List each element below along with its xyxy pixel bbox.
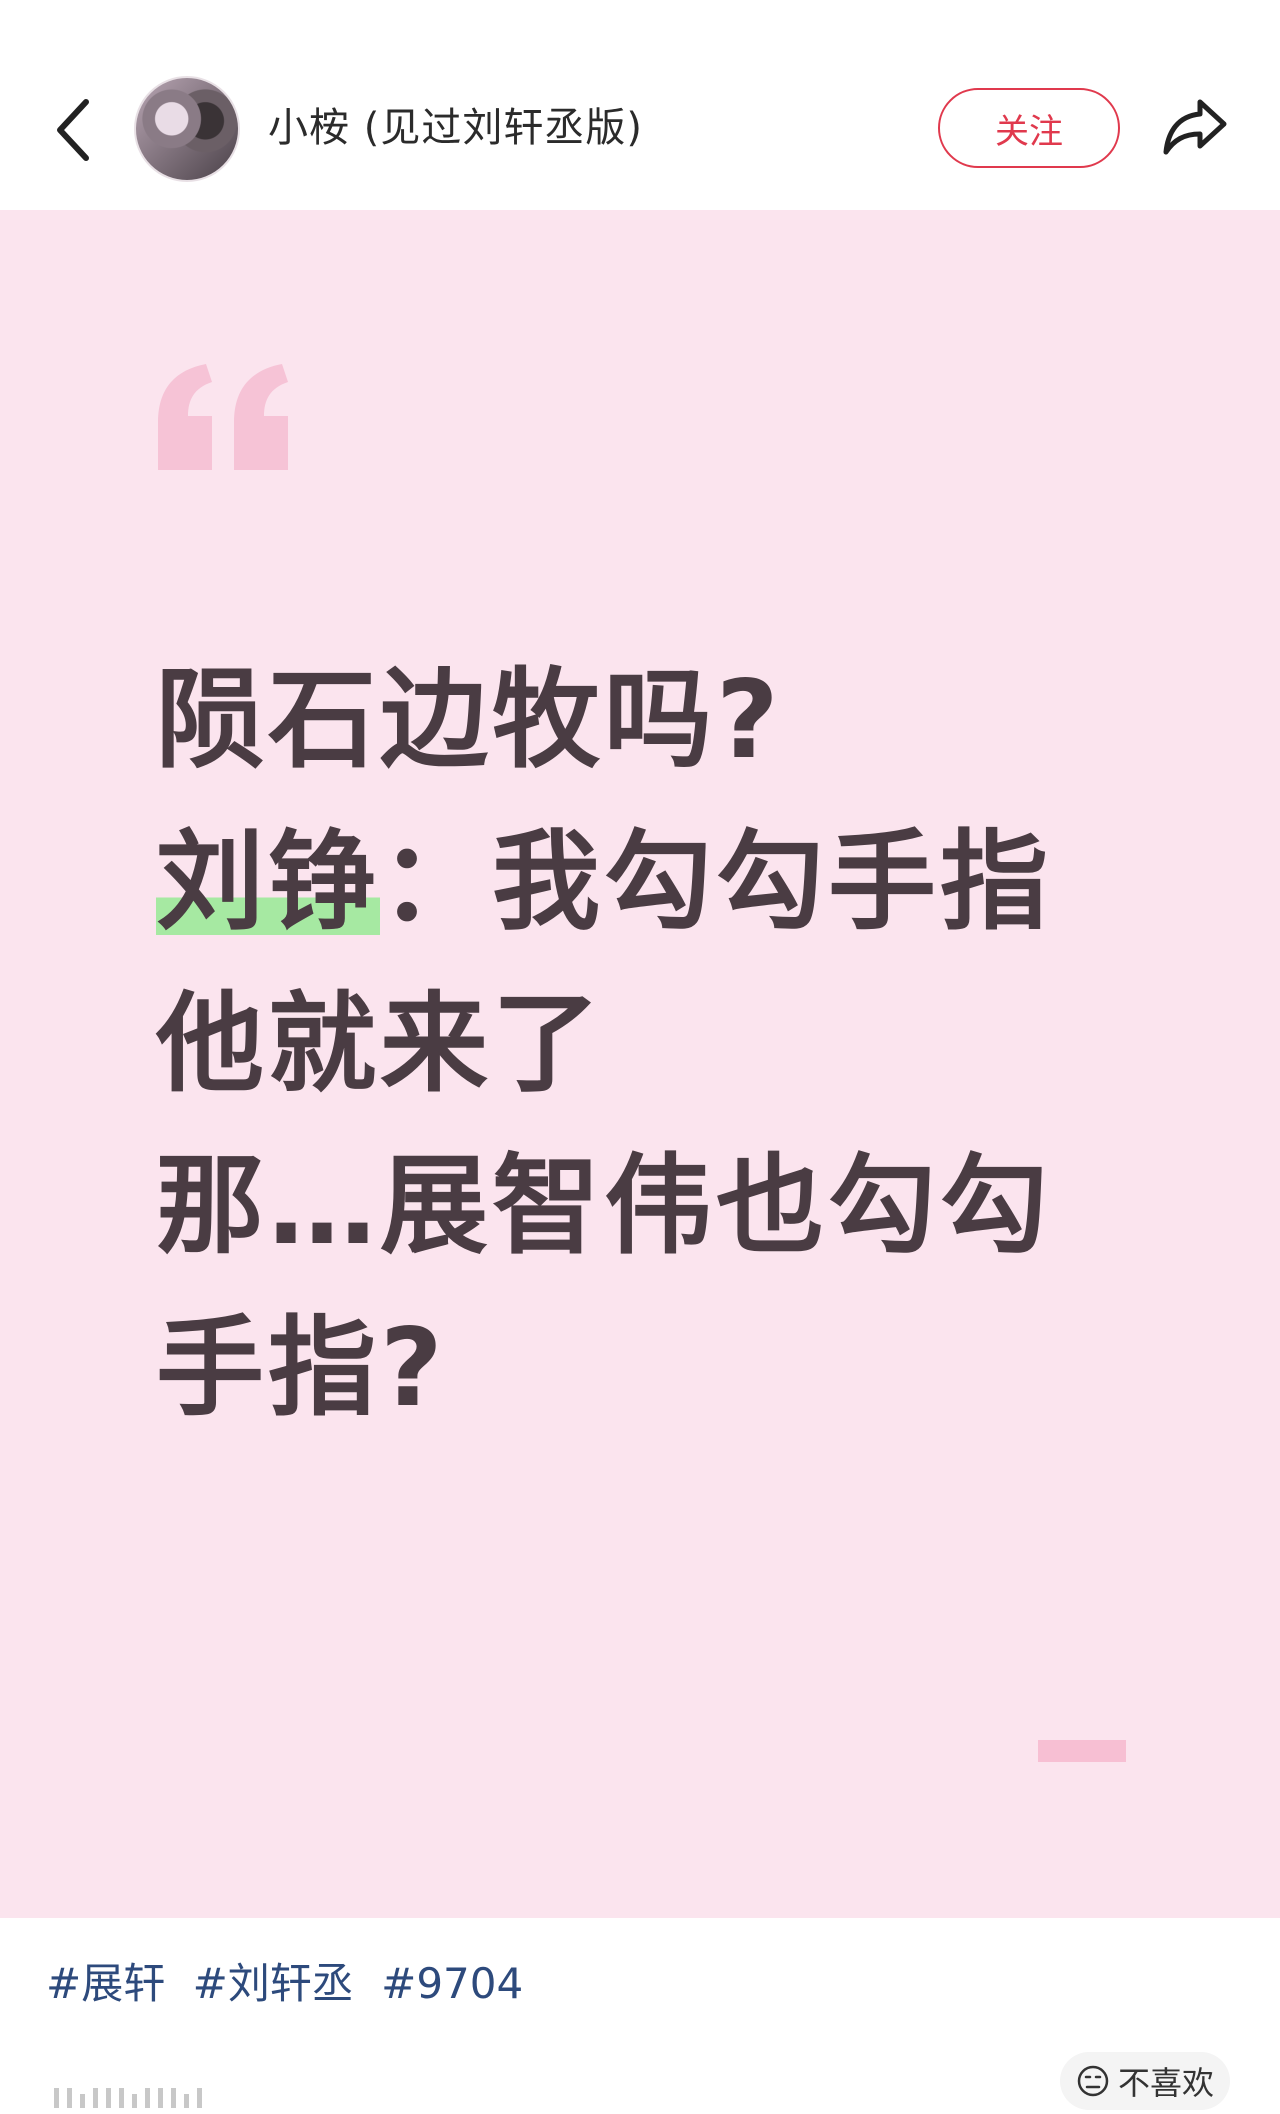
hashtag[interactable]: #刘轩丞 [193, 1959, 354, 2008]
avatar[interactable] [134, 76, 240, 182]
hashtag-list: #展轩 #刘轩丞 #9704 [46, 1956, 537, 2012]
hashtag[interactable]: #展轩 [46, 1959, 165, 2008]
hashtag[interactable]: #9704 [381, 1959, 523, 2008]
post-line-3: 他就来了 [156, 982, 605, 1107]
dislike-label: 不喜欢 [1117, 2064, 1214, 2102]
back-arrow-icon[interactable] [48, 90, 98, 170]
dislike-button[interactable]: 不喜欢 [1060, 2052, 1230, 2110]
highlighted-name: 刘铮 [156, 820, 381, 945]
frown-face-icon [1077, 2065, 1109, 2097]
post-line-4: 那…展智伟也勾勾 [156, 1144, 1053, 1269]
post-line-5: 手指? [156, 1306, 447, 1431]
end-decoration [1038, 1740, 1126, 1762]
share-icon[interactable] [1160, 94, 1230, 158]
post-line-2: 刘铮：我勾勾手指 [156, 820, 1053, 945]
post-text: 陨石边牧吗? 刘铮：我勾勾手指 他就来了 那…展智伟也勾勾 手指? [156, 640, 1156, 1450]
follow-button[interactable]: 关注 [938, 88, 1120, 168]
username[interactable]: 小桉 (见过刘轩丞版) [268, 100, 643, 156]
page-indicator [54, 2084, 254, 2108]
post-line-1: 陨石边牧吗? [156, 658, 783, 783]
quote-mark-icon [158, 364, 288, 470]
top-bar: 小桉 (见过刘轩丞版) 关注 [0, 0, 1280, 210]
